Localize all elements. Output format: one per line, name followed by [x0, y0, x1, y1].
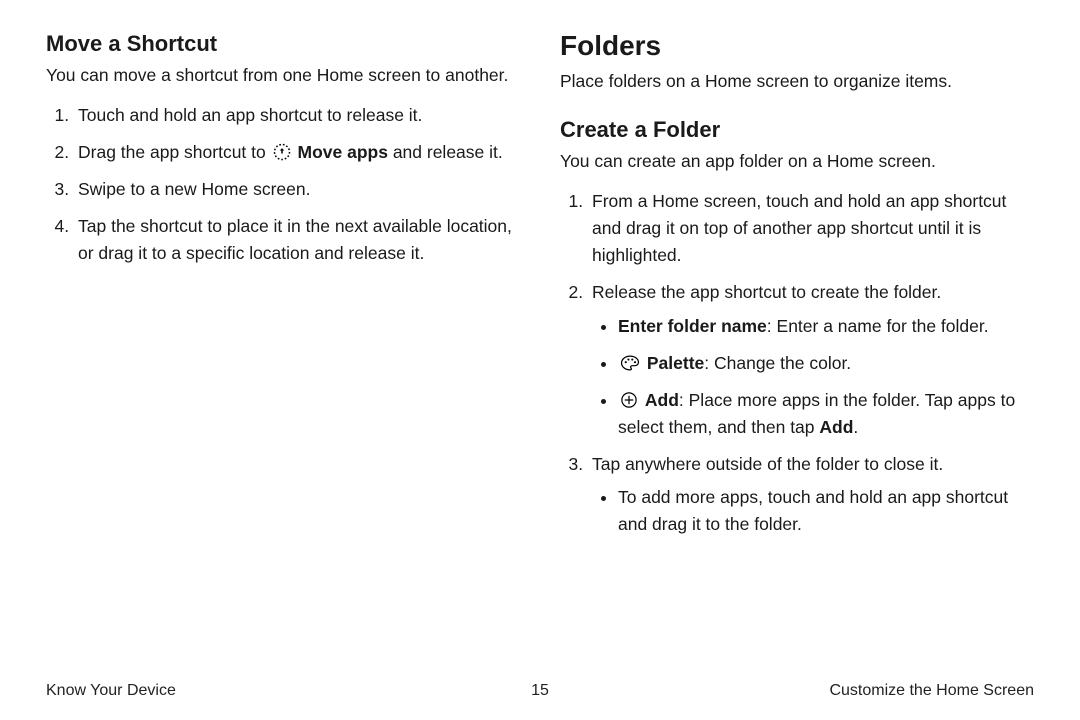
intro-create-folder: You can create an app folder on a Home s… — [560, 148, 1034, 174]
palette-icon — [620, 354, 640, 372]
cf-step-1: From a Home screen, touch and hold an ap… — [588, 188, 1034, 269]
step-2-text-c: and release it. — [388, 142, 503, 162]
left-column: Move a Shortcut You can move a shortcut … — [46, 30, 520, 672]
add-label-2: Add — [819, 417, 853, 437]
add-text-end: . — [853, 417, 858, 437]
step-1: Touch and hold an app shortcut to releas… — [74, 102, 520, 129]
enter-folder-name-text: : Enter a name for the folder. — [767, 316, 989, 336]
step-2: Drag the app shortcut to Move apps and r… — [74, 139, 520, 166]
heading-move-shortcut: Move a Shortcut — [46, 30, 520, 58]
footer: Know Your Device 15 Customize the Home S… — [46, 672, 1034, 700]
add-icon — [620, 391, 638, 409]
steps-move-shortcut: Touch and hold an app shortcut to releas… — [46, 102, 520, 268]
steps-create-folder: From a Home screen, touch and hold an ap… — [560, 188, 1034, 538]
step-4: Tap the shortcut to place it in the next… — [74, 213, 520, 267]
enter-folder-name-label: Enter folder name — [618, 316, 767, 336]
add-label: Add — [645, 390, 679, 410]
cf-step-3-sublist: To add more apps, touch and hold an app … — [592, 484, 1034, 538]
cf-step-2: Release the app shortcut to create the f… — [588, 279, 1034, 441]
sub-add: Add: Place more apps in the folder. Tap … — [618, 387, 1034, 441]
step-2-text-a: Drag the app shortcut to — [78, 142, 271, 162]
move-apps-icon — [273, 143, 291, 161]
cf-step-3-text: Tap anywhere outside of the folder to cl… — [592, 454, 943, 474]
intro-folders: Place folders on a Home screen to organi… — [560, 68, 1034, 94]
page: Move a Shortcut You can move a shortcut … — [0, 0, 1080, 720]
intro-move-shortcut: You can move a shortcut from one Home sc… — [46, 62, 520, 88]
sub-enter-name: Enter folder name: Enter a name for the … — [618, 313, 1034, 340]
sub-palette: Palette: Change the color. — [618, 350, 1034, 377]
two-column-layout: Move a Shortcut You can move a shortcut … — [46, 30, 1034, 672]
palette-text: : Change the color. — [704, 353, 851, 373]
step-3: Swipe to a new Home screen. — [74, 176, 520, 203]
cf-step-2-sublist: Enter folder name: Enter a name for the … — [592, 313, 1034, 442]
right-column: Folders Place folders on a Home screen t… — [560, 30, 1034, 672]
cf-step-2-text: Release the app shortcut to create the f… — [592, 282, 941, 302]
footer-right: Customize the Home Screen — [705, 682, 1034, 700]
footer-page-number: 15 — [375, 682, 704, 700]
cf-step-3: Tap anywhere outside of the folder to cl… — [588, 451, 1034, 538]
heading-folders: Folders — [560, 30, 1034, 62]
palette-label: Palette — [647, 353, 704, 373]
sub-add-more: To add more apps, touch and hold an app … — [618, 484, 1034, 538]
footer-left: Know Your Device — [46, 682, 375, 700]
heading-create-folder: Create a Folder — [560, 116, 1034, 144]
move-apps-label: Move apps — [298, 142, 388, 162]
